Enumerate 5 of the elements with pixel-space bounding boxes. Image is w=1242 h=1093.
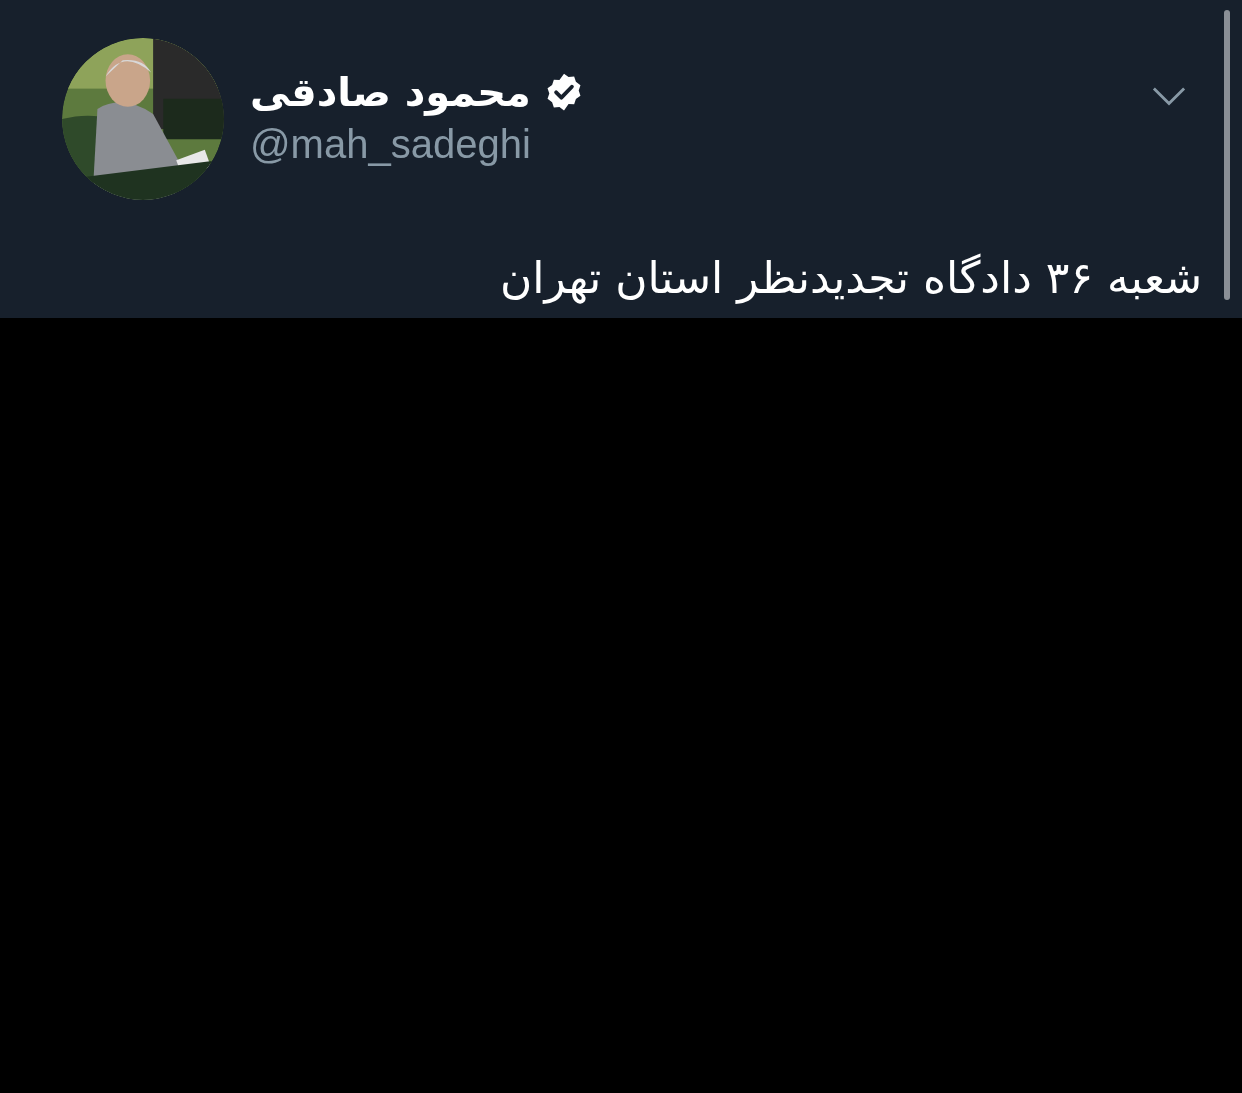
chevron-down-icon[interactable] bbox=[1152, 86, 1186, 106]
author-handle[interactable]: @mah_sadeghi bbox=[250, 118, 585, 170]
scrollbar-thumb[interactable] bbox=[1224, 10, 1230, 300]
author-name[interactable]: محمود صادقی bbox=[250, 66, 531, 118]
tweet-text: شعبه ۳۶ دادگاه تجدیدنظر استان تهران bbox=[498, 251, 1203, 306]
